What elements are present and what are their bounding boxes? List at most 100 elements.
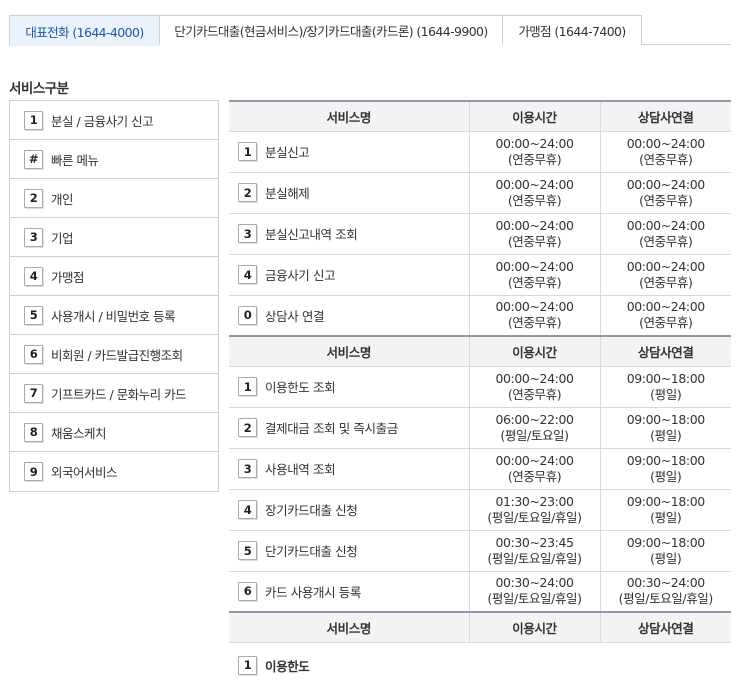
table-row: 4 장기카드대출 신청 01:30~23:00 (평일/토요일/휴일) 09:00~…: [229, 489, 731, 531]
counsel-note: (평일/토요일/휴일): [618, 591, 714, 607]
counsel-note: (평일): [650, 386, 682, 402]
key-badge: 6: [238, 581, 257, 601]
table-row: 0 상담사 연결 00:00~24:00 (연중무휴) 00:00~24:00 (연중…: [229, 295, 731, 337]
counsel-time: 00:00~24:00: [626, 217, 706, 233]
hours-note: (평일/토요일/휴일): [487, 550, 582, 566]
hours-time: 00:00~24:00: [495, 370, 574, 386]
counsel-note: (연중무휴): [639, 274, 693, 290]
table-row: 2 분실해제 00:00~24:00 (연중무휴) 00:00~24:00 (연중무휴…: [229, 172, 731, 214]
hours-time: 06:00~22:00: [495, 411, 574, 427]
key-badge: 1: [238, 655, 257, 675]
key-badge: 9: [24, 462, 43, 481]
header-hours: 이용시간: [468, 335, 600, 367]
key-badge: 1: [238, 142, 257, 161]
menu-item-lost-report[interactable]: 1 분실 / 금융사기 신고: [10, 101, 218, 140]
menu-item-gift-card[interactable]: 7 기프트카드 / 문화누리 카드: [10, 374, 218, 413]
hours-note: (연중무휴): [507, 233, 562, 249]
counsel-note: (평일): [650, 550, 682, 566]
header-hours: 이용시간: [468, 101, 600, 132]
key-badge: 4: [24, 266, 43, 286]
counsel-note: (평일): [650, 427, 682, 443]
key-badge: 2: [238, 418, 257, 437]
key-badge: 7: [24, 383, 43, 403]
table-row: 3 분실신고내역 조회 00:00~24:00 (연중무휴) 00:00~24:00…: [229, 213, 731, 255]
hours-note: (연중무휴): [507, 274, 562, 290]
key-badge: 3: [24, 227, 43, 247]
section-title: 서비스구분: [9, 81, 69, 97]
counsel-time: 09:00~18:00: [626, 370, 706, 386]
menu-item-label: 빠른 메뉴: [51, 152, 99, 168]
service-category-menu: 1 분실 / 금융사기 신고 # 빠른 메뉴 2 개인 3 기업 4 가맹점 5 사용개시 …: [9, 100, 219, 492]
service-name: 분실해제: [265, 186, 310, 201]
table-row: 1 이용한도 조회 00:00~24:00 (연중무휴) 09:00~18:00 (평…: [229, 366, 731, 408]
hours-note: (연중무휴): [507, 151, 562, 167]
table-row: 6 카드 사용개시 등록 00:30~24:00 (평일/토요일/휴일) 00:30…: [229, 571, 731, 613]
hours-time: 01:30~23:00: [495, 493, 574, 509]
header-counsel: 상담사연결: [599, 611, 731, 643]
key-badge: 2: [24, 188, 43, 208]
menu-item-label: 기프트카드 / 문화누리 카드: [51, 386, 187, 402]
header-hours: 이용시간: [468, 611, 600, 643]
menu-item-label: 가맹점: [51, 269, 85, 285]
hours-note: (연중무휴): [507, 386, 562, 402]
hours-time: 00:00~24:00: [495, 217, 574, 233]
table-row: 3 사용내역 조회 00:00~24:00 (연중무휴) 09:00~18:00 (평…: [229, 448, 731, 490]
key-badge: 1: [238, 377, 257, 396]
hours-note: (평일/토요일/휴일): [487, 591, 582, 607]
key-badge: 3: [238, 224, 257, 243]
tab-merchant[interactable]: 가맹점 (1644-7400): [502, 15, 642, 45]
key-badge: 8: [24, 422, 43, 442]
menu-item-label: 외국어서비스: [51, 465, 118, 480]
menu-item-label: 개인: [51, 191, 74, 207]
tab-card-loan[interactable]: 단기카드대출(현금서비스)/장기카드대출(카드론) (1644-9900): [159, 15, 502, 45]
table-row: 5 단기카드대출 신청 00:30~23:45 (평일/토요일/휴일) 09:00~…: [229, 530, 731, 572]
menu-item-foreign-language[interactable]: 9 외국어서비스: [10, 452, 218, 491]
service-name: 금융사기 신고: [265, 268, 336, 283]
header-service: 서비스명: [229, 101, 469, 132]
hours-time: 00:00~24:00: [495, 176, 574, 192]
service-tabs: 대표전화 (1644-4000) 단기카드대출(현금서비스)/장기카드대출(카드…: [9, 15, 731, 46]
hours-time: 00:30~24:00: [495, 575, 574, 591]
menu-item-personal[interactable]: 2 개인: [10, 179, 218, 218]
service-name: 단기카드대출 신청: [265, 544, 358, 559]
hours-time: 00:00~24:00: [495, 258, 574, 274]
header-counsel: 상담사연결: [599, 335, 731, 367]
menu-item-quick-menu[interactable]: # 빠른 메뉴: [10, 140, 218, 179]
service-name: 분실신고내역 조회: [265, 227, 358, 242]
hours-time: 00:30~23:45: [495, 534, 574, 550]
hours-note: (연중무휴): [507, 192, 562, 208]
header-counsel: 상담사연결: [599, 101, 731, 132]
service-name: 카드 사용개시 등록: [265, 584, 361, 600]
counsel-time: 09:00~18:00: [626, 534, 706, 550]
counsel-note: (연중무휴): [639, 192, 693, 208]
counsel-time: 00:00~24:00: [626, 299, 706, 315]
table-row: 1 이용한도: [229, 642, 731, 680]
table-header-row: 서비스명 이용시간 상담사연결: [229, 611, 731, 643]
hours-note: (연중무휴): [507, 315, 562, 331]
hours-time: 00:00~24:00: [495, 299, 574, 315]
menu-item-merchant[interactable]: 4 가맹점: [10, 257, 218, 296]
key-badge: 2: [238, 183, 257, 202]
table-row: 2 결제대금 조회 및 즉시출금 06:00~22:00 (평일/토요일) 09:0…: [229, 407, 731, 449]
menu-item-label: 기업: [51, 230, 74, 246]
counsel-time: 09:00~18:00: [626, 411, 706, 427]
table-header-row: 서비스명 이용시간 상담사연결: [229, 101, 731, 132]
menu-item-corporate[interactable]: 3 기업: [10, 218, 218, 257]
counsel-note: (평일): [650, 468, 682, 484]
menu-item-label: 비회원 / 카드발급진행조회: [51, 347, 183, 363]
menu-item-nonmember[interactable]: 6 비회원 / 카드발급진행조회: [10, 335, 218, 374]
counsel-time: 00:00~24:00: [626, 135, 706, 151]
key-badge: 5: [24, 305, 43, 325]
key-badge: 0: [238, 305, 257, 325]
tab-main-phone[interactable]: 대표전화 (1644-4000): [9, 15, 159, 46]
menu-item-activation[interactable]: 5 사용개시 / 비밀번호 등록: [10, 296, 218, 335]
menu-item-sketch[interactable]: 8 채움스케치: [10, 413, 218, 452]
key-badge: #: [24, 149, 43, 169]
service-name: 사용내역 조회: [265, 462, 336, 477]
counsel-time: 00:00~24:00: [626, 176, 706, 192]
hours-time: 00:00~24:00: [495, 135, 574, 151]
counsel-note: (연중무휴): [639, 315, 693, 331]
key-badge: 6: [24, 344, 43, 364]
key-badge: 1: [24, 110, 43, 130]
service-name: 이용한도 조회: [265, 380, 336, 395]
